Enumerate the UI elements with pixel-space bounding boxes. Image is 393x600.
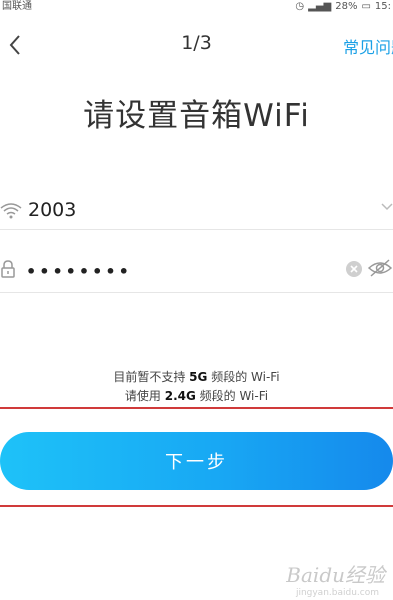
notice-line-2-pre: 请使用 — [124, 389, 165, 403]
password-input[interactable] — [24, 256, 328, 286]
band-notice: 目前暂不支持 5G 频段的 Wi-Fi 请使用 2.4G 频段的 Wi-Fi — [0, 368, 393, 406]
wifi-selector[interactable]: 2003 — [0, 193, 393, 230]
faq-link[interactable]: 常见问题 — [343, 34, 393, 58]
watermark-logo: Baidu经验 — [286, 563, 385, 587]
signal-icon: ▂▄▆ — [308, 1, 332, 12]
wifi-icon — [0, 203, 22, 219]
carrier-label: 国联通 — [2, 1, 32, 12]
alarm-icon: ◷ — [295, 1, 305, 12]
eye-hidden-icon[interactable] — [367, 258, 393, 278]
battery-percent: 28% — [335, 1, 358, 12]
notice-line-2-post: 频段的 Wi-Fi — [195, 389, 269, 403]
step-indicator: 1/3 — [181, 32, 212, 54]
password-row — [0, 250, 393, 293]
top-bar: 1/3 常见问题 — [0, 28, 393, 64]
watermark-url: jingyan.baidu.com — [295, 588, 379, 598]
notice-24g: 2.4G — [164, 389, 196, 403]
clock: 15: — [374, 1, 391, 12]
lock-icon — [1, 260, 15, 278]
notice-line-1-pre: 目前暂不支持 — [113, 370, 190, 384]
battery-icon: ▭ — [361, 1, 371, 12]
status-icons: ◷ ▂▄▆ 28% ▭ 15: — [295, 1, 391, 13]
page-title: 请设置音箱WiFi — [83, 98, 310, 134]
notice-line-1: 目前暂不支持 5G 频段的 Wi-Fi — [0, 368, 393, 387]
wifi-ssid: 2003 — [28, 199, 77, 221]
chevron-down-icon[interactable] — [381, 203, 393, 211]
next-button[interactable]: 下一步 — [0, 432, 393, 490]
notice-line-2: 请使用 2.4G 频段的 Wi-Fi — [0, 387, 393, 406]
clear-icon[interactable] — [345, 260, 363, 278]
status-bar: 国联通 ◷ ▂▄▆ 28% ▭ 15: — [0, 0, 393, 14]
notice-5g: 5G — [189, 370, 208, 384]
notice-line-1-post: 频段的 Wi-Fi — [207, 370, 280, 384]
